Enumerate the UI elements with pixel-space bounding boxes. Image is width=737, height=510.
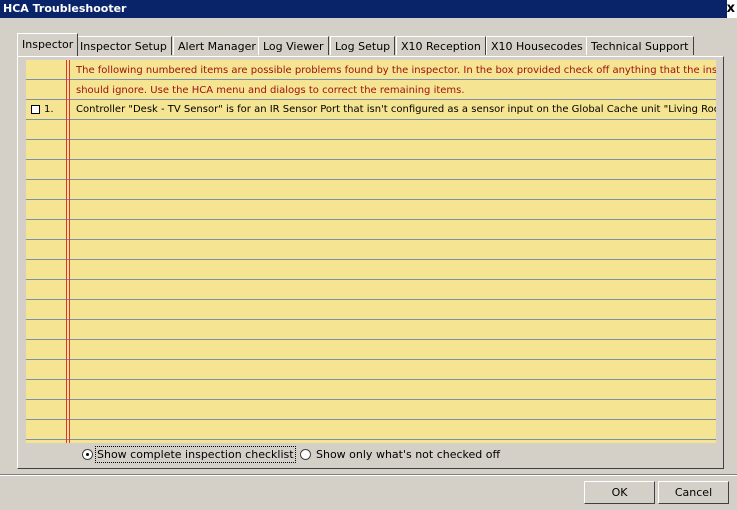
ruled-row xyxy=(26,340,716,360)
title-bar: HCA Troubleshooter x xyxy=(0,0,737,18)
ruled-row xyxy=(26,140,716,160)
ruled-row xyxy=(26,400,716,420)
margin-line xyxy=(66,60,67,443)
cancel-button[interactable]: Cancel xyxy=(658,481,729,504)
ruled-row xyxy=(26,160,716,180)
ruled-row xyxy=(26,360,716,380)
item-number: 1. xyxy=(44,104,54,115)
tab-technical-support[interactable]: Technical Support xyxy=(586,36,694,55)
radio-selected-dot xyxy=(86,453,89,456)
margin-line xyxy=(69,60,70,443)
tab-inspector-setup[interactable]: Inspector Setup xyxy=(75,36,172,55)
intro-text-line1: The following numbered items are possibl… xyxy=(76,65,716,76)
show-unchecked-label[interactable]: Show only what's not checked off xyxy=(316,448,500,461)
intro-text-line2: should ignore. Use the HCA menu and dial… xyxy=(76,85,465,96)
tab-inspector[interactable]: Inspector xyxy=(17,33,79,56)
close-icon[interactable]: x xyxy=(727,1,735,16)
ruled-row xyxy=(26,320,716,340)
item-checkbox[interactable] xyxy=(31,105,40,114)
ruled-row xyxy=(26,120,716,140)
tab-x10-housecodes[interactable]: X10 Housecodes xyxy=(486,36,588,55)
ruled-row xyxy=(26,220,716,240)
show-complete-label[interactable]: Show complete inspection checklist xyxy=(95,446,296,463)
ruled-row xyxy=(26,420,716,440)
window-title: HCA Troubleshooter xyxy=(3,2,127,15)
ruled-row xyxy=(26,260,716,280)
ok-button[interactable]: OK xyxy=(584,481,655,504)
tab-log-setup[interactable]: Log Setup xyxy=(330,36,396,55)
ruled-row xyxy=(26,280,716,300)
footer-divider xyxy=(0,475,737,476)
ruled-row xyxy=(26,300,716,320)
tab-log-viewer[interactable]: Log Viewer xyxy=(258,36,329,55)
show-complete-radio[interactable] xyxy=(82,449,93,460)
tab-alert-manager[interactable]: Alert Manager xyxy=(173,36,261,55)
ruled-row xyxy=(26,180,716,200)
ruled-row xyxy=(26,200,716,220)
tab-x10-reception[interactable]: X10 Reception xyxy=(396,36,486,55)
show-unchecked-radio[interactable] xyxy=(300,449,311,460)
inspection-checklist: The following numbered items are possibl… xyxy=(26,60,716,443)
ruled-row xyxy=(26,380,716,400)
item-text: Controller "Desk - TV Sensor" is for an … xyxy=(76,104,716,115)
ruled-row xyxy=(26,240,716,260)
